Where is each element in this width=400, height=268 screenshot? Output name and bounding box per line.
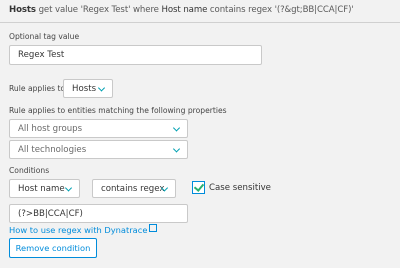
host-groups-value: All host groups [18, 123, 83, 134]
external-link-icon [149, 224, 158, 232]
condition-property-select[interactable]: Host name [9, 179, 80, 198]
rule-text-2: contains regex '(?&gt;BB|CCA|CF)' [207, 5, 354, 15]
conditions-label: Conditions [9, 166, 50, 175]
rule-entity: Hosts [9, 5, 36, 15]
technologies-value: All technologies [18, 144, 87, 155]
condition-operator-select[interactable]: contains regex [92, 179, 176, 198]
entity-filter-label: Rule applies to entities matching the fo… [9, 106, 227, 115]
rule-applies-select[interactable]: Hosts [63, 79, 113, 98]
regex-help-text: How to use regex with Dynatrace [9, 225, 148, 235]
rule-applies-label: Rule applies to [9, 84, 66, 93]
host-groups-select[interactable]: All host groups [9, 119, 188, 138]
tag-value-label: Optional tag value [9, 32, 80, 41]
chevron-down-icon [64, 183, 73, 192]
rule-applies-value: Hosts [72, 83, 97, 94]
condition-value-input[interactable]: (?>BB|CCA|CF) [9, 204, 188, 223]
case-sensitive-checkbox[interactable] [192, 181, 205, 194]
rule-text-1: get value 'Regex Test' where [35, 5, 162, 15]
condition-operator-value: contains regex [101, 183, 165, 194]
checkmark-icon [193, 181, 205, 192]
rule-summary: Hosts get value 'Regex Test' where Host … [9, 5, 399, 15]
header-divider [0, 22, 400, 23]
case-sensitive-label: Case sensitive [209, 183, 271, 193]
technologies-select[interactable]: All technologies [9, 140, 188, 159]
remove-condition-button[interactable]: Remove condition [9, 238, 97, 258]
chevron-down-icon [97, 83, 106, 92]
condition-property-value: Host name [18, 183, 65, 194]
tag-rule-panel: Hosts get value 'Regex Test' where Host … [0, 0, 400, 268]
remove-condition-label: Remove condition [15, 243, 91, 253]
tag-value-text: Regex Test [18, 50, 65, 60]
tag-value-input[interactable]: Regex Test [9, 45, 262, 65]
chevron-down-icon [172, 123, 181, 132]
chevron-down-icon [160, 183, 169, 192]
chevron-down-icon [172, 144, 181, 153]
rule-field: Host name [161, 5, 208, 15]
condition-value-text: (?>BB|CCA|CF) [18, 208, 83, 219]
regex-help-link[interactable]: How to use regex with Dynatrace [9, 224, 158, 235]
